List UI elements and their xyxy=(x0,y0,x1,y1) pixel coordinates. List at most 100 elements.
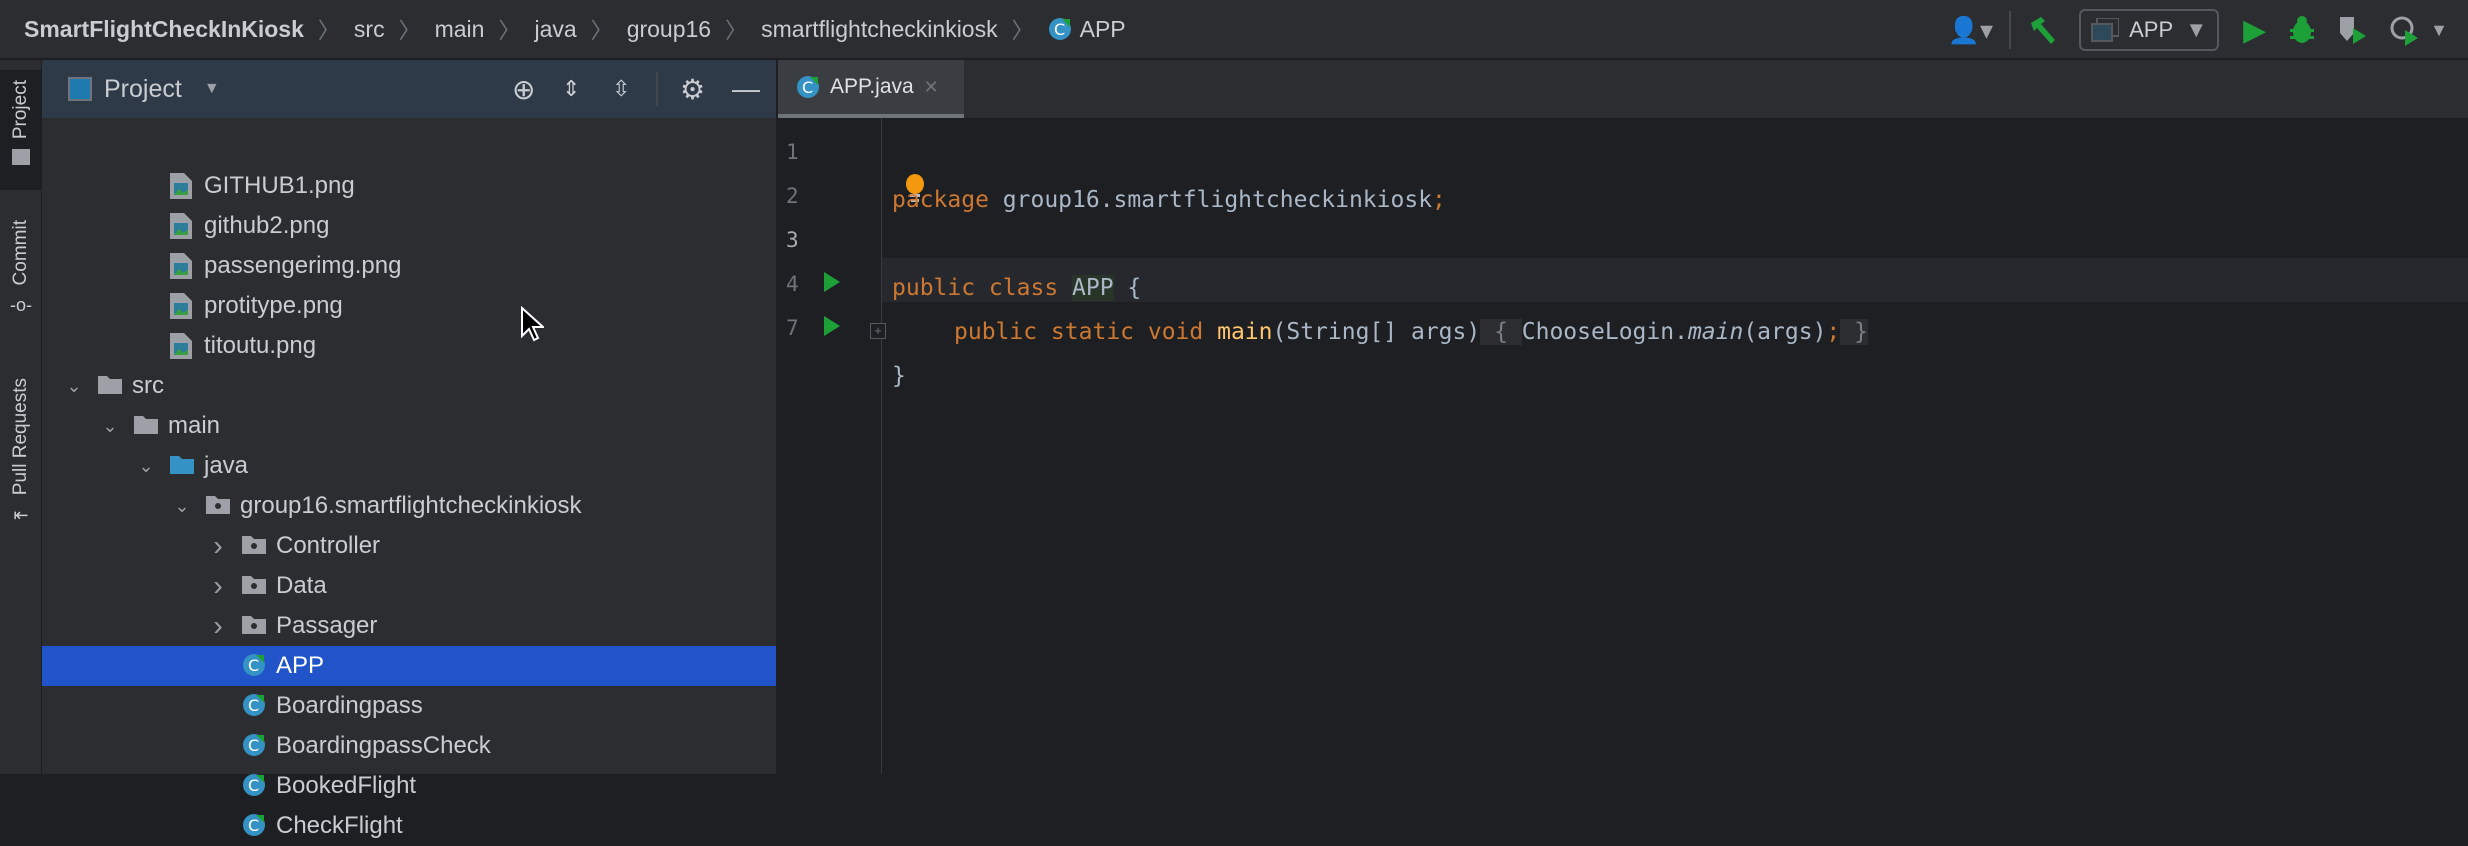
profile-icon[interactable] xyxy=(2390,14,2420,46)
chevron-down-icon[interactable]: ⌄ xyxy=(172,496,192,517)
tool-window-stripe: Project Commit -o- Pull Requests ⇤ xyxy=(0,60,42,774)
debug-bug-icon[interactable] xyxy=(2288,15,2316,45)
code-line-3[interactable]: public class APP { xyxy=(892,266,1141,310)
breadcrumb-main[interactable]: main xyxy=(435,16,485,43)
project-view-select[interactable]: Project xyxy=(104,75,182,104)
breadcrumb-class[interactable]: C APP xyxy=(1048,16,1126,43)
tree-item[interactable]: passengerimg.png xyxy=(42,246,776,286)
tree-item[interactable]: C CheckFlight xyxy=(42,806,776,846)
tree-item[interactable]: › Passager xyxy=(42,606,776,646)
tree-item[interactable]: › Data xyxy=(42,566,776,606)
class-icon: C xyxy=(242,733,265,759)
breadcrumb-separator: 〉 xyxy=(498,18,521,43)
close-tab-icon[interactable]: ✕ xyxy=(924,77,939,98)
locate-file-icon[interactable]: ⊕ xyxy=(512,73,535,106)
gear-icon[interactable]: ⚙ xyxy=(680,73,705,106)
java-class-icon: C xyxy=(797,76,819,98)
tree-item[interactable]: protitype.png xyxy=(42,286,776,326)
static-call: main xyxy=(1687,319,1744,345)
line-number: 4 xyxy=(786,272,799,296)
tree-item-label: Controller xyxy=(276,532,381,559)
breadcrumb-separator: 〉 xyxy=(398,18,421,43)
tree-item[interactable]: C BookedFlight xyxy=(42,766,776,806)
vcs-user-icon[interactable]: 👤▾ xyxy=(1948,15,1993,46)
folder-icon xyxy=(134,413,158,439)
tree-item[interactable]: ⌄ group16.smartflightcheckinkiosk xyxy=(42,486,776,526)
tree-item[interactable]: › Controller xyxy=(42,526,776,566)
folded-brace: } xyxy=(1840,319,1868,345)
breadcrumb-separator: 〉 xyxy=(317,18,340,43)
tree-item[interactable]: ⌄ java xyxy=(42,446,776,486)
chevron-right-icon[interactable]: › xyxy=(208,530,228,562)
toolbar: 👤▾ APP ▼ ▶ ▼ xyxy=(1948,0,2468,60)
tree-item[interactable]: C BoardingpassCheck xyxy=(42,726,776,766)
class-icon: C xyxy=(242,653,265,679)
image-icon xyxy=(170,173,192,199)
code-line-1[interactable]: package group16.smartflightcheckinkiosk; xyxy=(892,178,1446,222)
breadcrumb-separator: 〉 xyxy=(590,18,613,43)
breadcrumb-package[interactable]: smartflightcheckinkiosk xyxy=(761,16,997,43)
tree-item[interactable]: ⌄ main xyxy=(42,406,776,446)
image-icon xyxy=(170,293,192,319)
package-icon xyxy=(242,533,266,559)
svg-text:C: C xyxy=(802,78,813,97)
tree-item-label: BoardingpassCheck xyxy=(276,732,491,759)
fold-expand-icon[interactable]: + xyxy=(870,323,886,339)
breadcrumb-src[interactable]: src xyxy=(354,16,385,43)
chevron-right-icon[interactable]: › xyxy=(208,610,228,642)
folder-icon xyxy=(98,373,122,399)
brace: { xyxy=(1113,275,1142,301)
tree-item[interactable]: C Boardingpass xyxy=(42,686,776,726)
folder-icon xyxy=(12,149,30,166)
collapse-all-icon[interactable]: ⇳ xyxy=(612,76,630,102)
breadcrumb-separator: 〉 xyxy=(1011,18,1034,43)
keyword: package xyxy=(892,187,989,213)
code-line-4[interactable]: public static void main(String[] args) {… xyxy=(954,310,1868,354)
chevron-down-icon[interactable]: ⌄ xyxy=(136,456,156,477)
code-line-7[interactable]: } xyxy=(892,354,906,398)
chevron-down-icon[interactable]: ⌄ xyxy=(100,416,120,437)
run-gutter-icon[interactable] xyxy=(824,316,840,336)
tree-item[interactable]: GITHUB1.png xyxy=(42,166,776,206)
package-icon xyxy=(242,613,266,639)
keyword: public static void xyxy=(954,319,1204,345)
tree-item[interactable]: github2.png xyxy=(42,206,776,246)
editor-tab-app-java[interactable]: C APP.java ✕ xyxy=(778,60,964,118)
tree-item-label: titoutu.png xyxy=(204,332,317,359)
application-icon xyxy=(2091,18,2120,42)
package-icon xyxy=(242,573,266,599)
tree-item-label: protitype.png xyxy=(204,292,343,319)
more-run-options-chevron-icon[interactable]: ▼ xyxy=(2430,20,2448,41)
tool-tab-project-label: Project xyxy=(10,80,31,140)
run-with-coverage-icon[interactable] xyxy=(2338,14,2368,46)
tool-tab-pull-requests[interactable]: Pull Requests ⇤ xyxy=(0,378,42,526)
breadcrumb-project[interactable]: SmartFlightCheckInKiosk xyxy=(24,16,304,43)
breadcrumb-group16[interactable]: group16 xyxy=(627,16,711,43)
svg-text:C: C xyxy=(248,776,259,795)
hide-panel-icon[interactable]: — xyxy=(732,73,760,105)
tool-tab-commit[interactable]: Commit -o- xyxy=(0,220,42,316)
run-gutter-icon[interactable] xyxy=(824,272,840,292)
breadcrumb-java[interactable]: java xyxy=(534,16,576,43)
expand-all-icon[interactable]: ⇕ xyxy=(562,76,580,102)
svg-text:C: C xyxy=(248,816,259,835)
chevron-right-icon[interactable]: › xyxy=(208,570,228,602)
tree-item-label: main xyxy=(168,412,221,439)
chevron-down-icon[interactable]: ⌄ xyxy=(64,376,84,397)
tree-item-label: Data xyxy=(276,572,327,599)
tree-item[interactable]: C APP xyxy=(42,646,776,686)
build-hammer-icon[interactable] xyxy=(2027,13,2061,47)
tree-item[interactable]: titoutu.png xyxy=(42,326,776,366)
run-configuration-select[interactable]: APP ▼ xyxy=(2079,9,2220,51)
run-icon[interactable]: ▶ xyxy=(2243,13,2266,48)
breadcrumb-class-label: APP xyxy=(1079,15,1126,42)
tree-item[interactable]: ⌄ src xyxy=(42,366,776,406)
mouse-cursor-icon xyxy=(520,305,546,347)
image-icon xyxy=(170,333,192,359)
srcfolder-icon xyxy=(170,453,194,479)
package-name: group16.smartflightcheckinkiosk xyxy=(988,187,1433,213)
tree-item-label: github2.png xyxy=(204,212,330,239)
chevron-down-icon[interactable]: ▼ xyxy=(204,80,220,98)
tool-tab-project[interactable]: Project xyxy=(0,70,42,190)
class-icon: C xyxy=(242,813,265,839)
